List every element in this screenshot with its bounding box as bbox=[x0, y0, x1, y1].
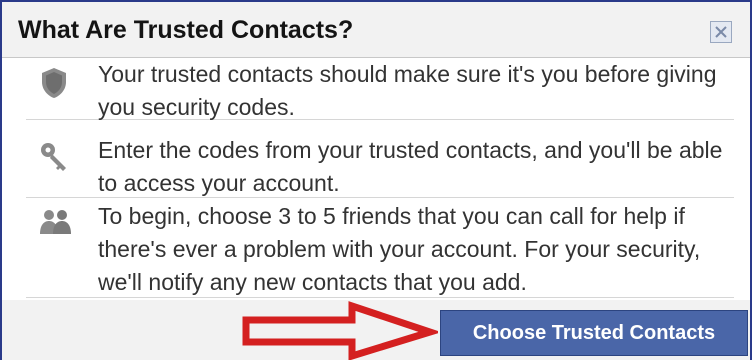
friends-icon bbox=[38, 206, 71, 240]
item-text: Your trusted contacts should make sure i… bbox=[98, 61, 717, 120]
trusted-contacts-dialog: What Are Trusted Contacts? Your trusted … bbox=[0, 0, 752, 360]
close-icon[interactable] bbox=[710, 21, 732, 43]
key-icon bbox=[38, 140, 70, 174]
dialog-title: What Are Trusted Contacts? bbox=[18, 16, 354, 44]
dialog-header: What Are Trusted Contacts? bbox=[2, 2, 750, 58]
choose-trusted-contacts-button[interactable]: Choose Trusted Contacts bbox=[440, 310, 748, 356]
list-item: Your trusted contacts should make sure i… bbox=[26, 58, 734, 120]
item-text: Enter the codes from your trusted contac… bbox=[98, 137, 723, 196]
list-item: Enter the codes from your trusted contac… bbox=[26, 128, 734, 198]
item-text: To begin, choose 3 to 5 friends that you… bbox=[98, 203, 701, 295]
red-arrow bbox=[242, 301, 438, 360]
shield-icon bbox=[38, 66, 70, 100]
list-item: To begin, choose 3 to 5 friends that you… bbox=[26, 198, 734, 298]
